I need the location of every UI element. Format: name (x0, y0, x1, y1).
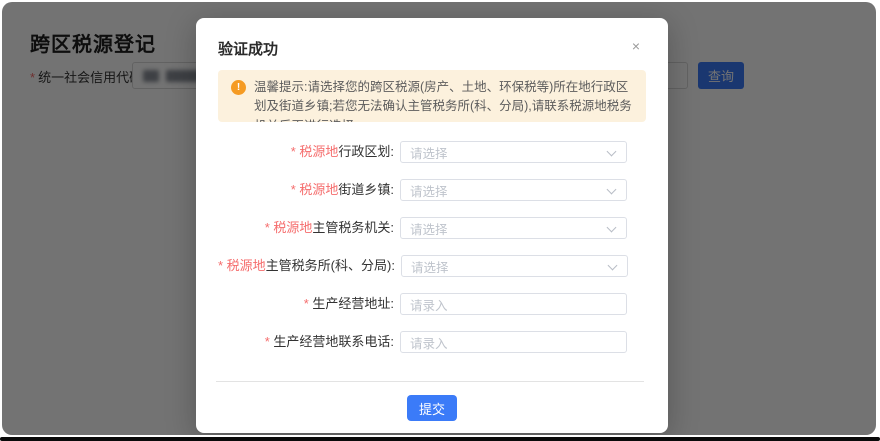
verification-modal: 验证成功 × ! 温馨提示:请选择您的跨区税源(房产、土地、环保税等)所在地行政… (196, 18, 668, 433)
label-text: 行政区划: (338, 144, 394, 159)
form-row: * 税源地行政区划: 请选择 (218, 141, 646, 163)
field-label: * 税源地街道乡镇: (218, 179, 400, 201)
app-window: 跨区税源登记 *统一社会信用代码: 查询 验证成功 × ! 温馨提示:请选择您的… (0, 0, 880, 441)
admin-division-select[interactable]: 请选择 (400, 141, 627, 163)
field-label: * 税源地主管税务所(科、分局): (218, 255, 401, 277)
submit-button[interactable]: 提交 (407, 395, 457, 421)
form-row: * 生产经营地联系电话: 请录入 (218, 331, 646, 353)
required-label-part: * 税源地 (291, 144, 339, 159)
label-text: 生产经营地联系电话: (273, 334, 394, 349)
field-placeholder: 请选择 (410, 181, 448, 200)
close-icon[interactable]: × (632, 39, 640, 53)
label-text: 生产经营地址: (312, 296, 394, 311)
label-text: 主管税务所(科、分局): (266, 258, 395, 273)
browser-viewport: 跨区税源登记 *统一社会信用代码: 查询 验证成功 × ! 温馨提示:请选择您的… (2, 2, 876, 435)
modal-form: * 税源地行政区划: 请选择 * 税源地街道乡镇: 请选择 * 税源地主管税务机… (218, 141, 646, 369)
tax-office-select[interactable]: 请选择 (401, 255, 628, 277)
required-label-part: * 税源地 (291, 182, 339, 197)
street-town-select[interactable]: 请选择 (400, 179, 627, 201)
form-row: * 生产经营地址: 请录入 (218, 293, 646, 315)
form-row: * 税源地主管税务所(科、分局): 请选择 (218, 255, 646, 277)
field-label: * 税源地行政区划: (218, 141, 400, 163)
label-text: 主管税务机关: (312, 220, 394, 235)
chevron-down-icon (607, 185, 617, 195)
modal-footer: 提交 (196, 395, 668, 421)
field-label: * 税源地主管税务机关: (218, 217, 400, 239)
field-placeholder: 请录入 (410, 333, 448, 352)
field-label: * 生产经营地联系电话: (218, 331, 400, 353)
chevron-down-icon (608, 261, 618, 271)
window-bottom-edge (0, 437, 880, 441)
footer-divider (216, 381, 644, 382)
field-placeholder: 请选择 (410, 219, 448, 238)
required-label-part: * 税源地 (265, 220, 313, 235)
chevron-down-icon (607, 223, 617, 233)
modal-title: 验证成功 (218, 38, 278, 59)
warning-icon: ! (231, 80, 246, 95)
tax-authority-select[interactable]: 请选择 (400, 217, 627, 239)
field-label: * 生产经营地址: (218, 293, 400, 315)
label-text: 街道乡镇: (338, 182, 394, 197)
field-placeholder: 请录入 (410, 295, 448, 314)
chevron-down-icon (607, 147, 617, 157)
field-placeholder: 请选择 (411, 257, 449, 276)
required-label-part: * 税源地 (218, 258, 266, 273)
notice-text: 温馨提示:请选择您的跨区税源(房产、土地、环保税等)所在地行政区划及街道乡镇;若… (254, 80, 632, 122)
notice-banner: ! 温馨提示:请选择您的跨区税源(房产、土地、环保税等)所在地行政区划及街道乡镇… (218, 70, 646, 122)
business-phone-input[interactable]: 请录入 (400, 331, 627, 353)
form-row: * 税源地主管税务机关: 请选择 (218, 217, 646, 239)
business-address-input[interactable]: 请录入 (400, 293, 627, 315)
form-row: * 税源地街道乡镇: 请选择 (218, 179, 646, 201)
field-placeholder: 请选择 (410, 143, 448, 162)
